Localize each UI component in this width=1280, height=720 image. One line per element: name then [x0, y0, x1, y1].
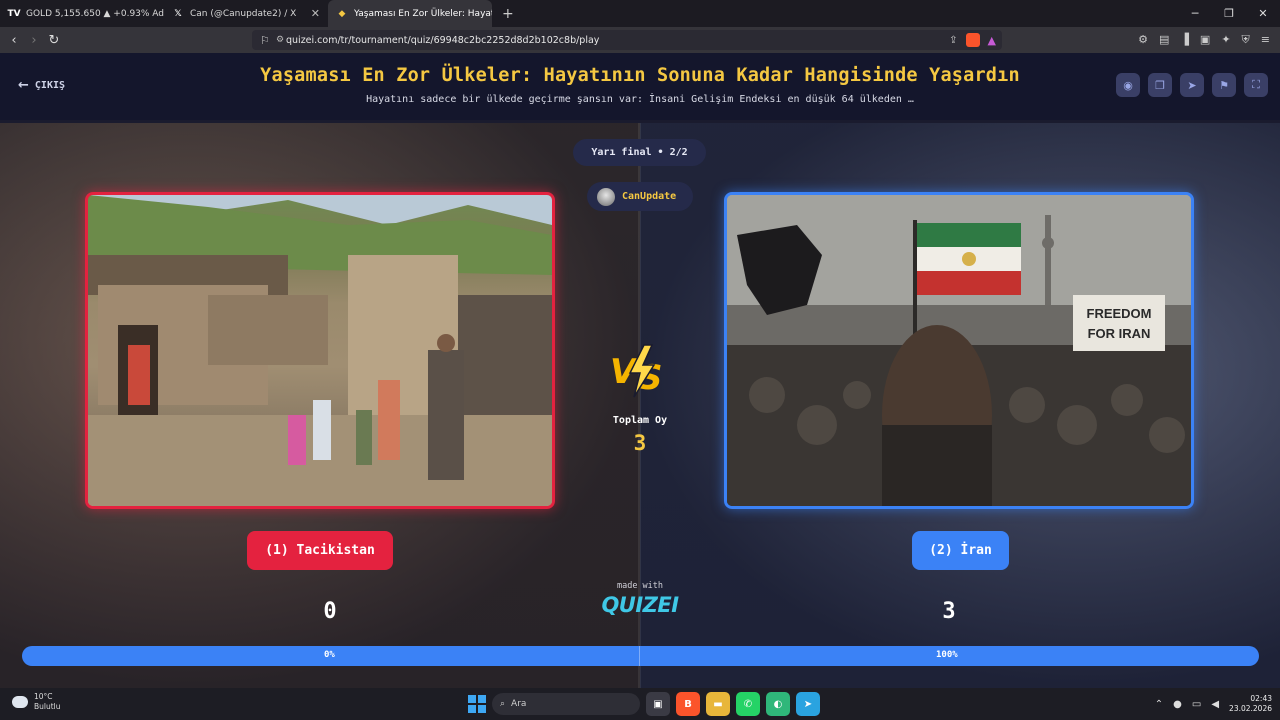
- progress-midline: [639, 646, 640, 666]
- browser-tabbar: TV GOLD 5,155.650 ▲ +0.93% Adsız ✕ 𝕏 Can…: [0, 0, 1280, 27]
- cloud-icon: [12, 696, 28, 708]
- search-label: Ara: [511, 699, 527, 709]
- header-actions: ◉ ❐ ➤ ⚑ ⛶: [1116, 73, 1268, 97]
- new-tab-button[interactable]: +: [492, 6, 524, 22]
- tradingview-icon: TV: [7, 8, 21, 19]
- village-photo: [88, 195, 552, 506]
- window-controls: ─ ❐ ✕: [1178, 0, 1280, 27]
- windows-taskbar: 10°C Bulutlu ⌕ Ara ▣ B ▬ ✆ ◐ ➤ ⌃ ● ▭ ◀ 0…: [0, 688, 1280, 720]
- protest-photo: FREEDOM FOR IRAN: [727, 195, 1191, 506]
- tab-label: GOLD 5,155.650 ▲ +0.93% Adsız: [26, 8, 164, 19]
- vote-button-left[interactable]: (1) Tacikistan: [247, 531, 393, 570]
- round-badge: Yarı final • 2/2: [573, 139, 706, 166]
- url-field[interactable]: ⚐ ⚙ quizei.com/tr/tournament/quiz/69948c…: [252, 30, 1002, 50]
- tab-label: Can (@Canupdate2) / X: [190, 8, 297, 19]
- quiz-subtitle: Hayatını sadece bir ülkede geçirme şansı…: [366, 94, 914, 105]
- copy-icon[interactable]: ❐: [1148, 73, 1172, 97]
- svg-text:FOR IRAN: FOR IRAN: [1088, 326, 1151, 341]
- avatar: [597, 187, 615, 206]
- brave-shield-icon[interactable]: [965, 33, 980, 47]
- rewards-icon[interactable]: ▲: [988, 34, 996, 47]
- percent-left: 0%: [324, 650, 335, 660]
- vote-button-right[interactable]: (2) İran: [912, 531, 1009, 570]
- tab-quizei[interactable]: ◆ Yaşaması En Zor Ülkeler: Hayatın ✕: [328, 0, 492, 27]
- brave-browser-icon[interactable]: B: [676, 692, 700, 716]
- svg-text:FREEDOM: FREEDOM: [1087, 306, 1152, 321]
- wallet-icon[interactable]: ▣: [1200, 33, 1210, 47]
- volume-icon[interactable]: ◀: [1211, 699, 1219, 710]
- vs-lightning-icon: V S: [610, 344, 663, 398]
- extensions-icon[interactable]: ⚙: [1138, 33, 1148, 47]
- system-tray: ⌃ ● ▭ ◀ 02:43 23.02.2026: [1155, 694, 1272, 714]
- forward-icon[interactable]: ›: [24, 33, 44, 48]
- percent-right: 100%: [936, 650, 958, 660]
- minimize-icon[interactable]: ─: [1178, 0, 1212, 27]
- weather-desc: Bulutlu: [34, 702, 61, 711]
- fullscreen-icon[interactable]: ⛶: [1244, 73, 1268, 97]
- taskbar-search[interactable]: ⌕ Ara: [492, 693, 640, 715]
- task-view-icon[interactable]: ▣: [646, 692, 670, 716]
- search-icon: ⌕: [500, 699, 506, 709]
- vote-count-right: 3: [942, 599, 956, 624]
- quiz-page: ← ÇIKIŞ Yaşaması En Zor Ülkeler: Hayatın…: [0, 53, 1280, 688]
- quizei-logo[interactable]: QUIZEI: [590, 593, 690, 617]
- address-bar: ‹ › ↻ ⚐ ⚙ quizei.com/tr/tournament/quiz/…: [0, 27, 1280, 53]
- telegram-icon[interactable]: ➤: [796, 692, 820, 716]
- send-icon[interactable]: ➤: [1180, 73, 1204, 97]
- option-card-right[interactable]: FREEDOM FOR IRAN: [724, 192, 1194, 509]
- weather-temp: 10°C: [34, 692, 53, 701]
- close-icon[interactable]: ✕: [311, 7, 320, 20]
- ai-icon[interactable]: ✦: [1221, 33, 1230, 47]
- option-card-left[interactable]: [85, 192, 555, 509]
- made-with-label: made with: [616, 581, 664, 591]
- discord-icon[interactable]: ◐: [766, 692, 790, 716]
- creator-name: CanUpdate: [622, 191, 677, 202]
- clock-date: 23.02.2026: [1229, 704, 1272, 713]
- restore-icon[interactable]: ❐: [1212, 0, 1246, 27]
- file-explorer-icon[interactable]: ▬: [706, 692, 730, 716]
- clock-time: 02:43: [1250, 694, 1272, 703]
- tab-label: Yaşaması En Zor Ülkeler: Hayatın: [354, 8, 492, 19]
- reader-icon[interactable]: ▤: [1159, 33, 1169, 47]
- flag-icon[interactable]: ⚑: [1212, 73, 1236, 97]
- microphone-icon[interactable]: ●: [1173, 699, 1182, 710]
- close-window-icon[interactable]: ✕: [1246, 0, 1280, 27]
- back-icon[interactable]: ‹: [4, 33, 24, 48]
- share-icon[interactable]: ⇪: [949, 35, 957, 46]
- bookmark-icon[interactable]: ⚐: [260, 34, 270, 47]
- quiz-header: ← ÇIKIŞ Yaşaması En Zor Ülkeler: Hayatın…: [0, 53, 1280, 120]
- taskbar-apps: ⌕ Ara ▣ B ▬ ✆ ◐ ➤: [468, 692, 820, 716]
- site-info-icon[interactable]: ⚙: [276, 35, 284, 45]
- reload-icon[interactable]: ↻: [44, 33, 64, 48]
- x-icon: 𝕏: [174, 8, 182, 19]
- weather-widget[interactable]: 10°C Bulutlu: [12, 692, 61, 712]
- creator-chip[interactable]: CanUpdate: [587, 182, 693, 211]
- quiz-title: Yaşaması En Zor Ülkeler: Hayatının Sonun…: [260, 65, 1020, 86]
- total-votes-value: 3: [633, 431, 647, 455]
- sidebar-icon[interactable]: ▐: [1180, 33, 1188, 47]
- menu-icon[interactable]: ≡: [1261, 33, 1270, 47]
- extensions-toolbar: ⚙ ▤ ▐ ▣ ✦ ⛨ ≡: [1138, 33, 1270, 47]
- whatsapp-icon[interactable]: ✆: [736, 692, 760, 716]
- eye-icon[interactable]: ◉: [1116, 73, 1140, 97]
- tab-gold[interactable]: TV GOLD 5,155.650 ▲ +0.93% Adsız ✕: [0, 0, 164, 27]
- vpn-icon[interactable]: ⛨: [1242, 33, 1250, 47]
- quizei-icon: ◆: [338, 8, 346, 19]
- vote-progress-bar: 0% 100%: [22, 646, 1259, 666]
- chevron-up-icon[interactable]: ⌃: [1155, 699, 1163, 710]
- vote-count-left: 0: [323, 599, 337, 624]
- total-votes-label: Toplam Oy: [612, 415, 668, 426]
- url-text: quizei.com/tr/tournament/quiz/69948c2bc2…: [286, 34, 600, 46]
- network-icon[interactable]: ▭: [1192, 699, 1201, 710]
- windows-start-icon[interactable]: [468, 695, 486, 713]
- clock[interactable]: 02:43 23.02.2026: [1229, 694, 1272, 714]
- tab-x[interactable]: 𝕏 Can (@Canupdate2) / X ✕: [164, 0, 328, 27]
